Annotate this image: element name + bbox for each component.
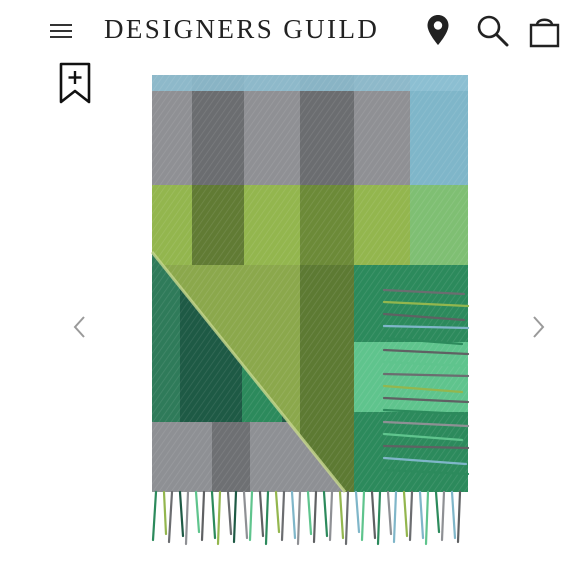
- brand-logo[interactable]: DESIGNERS GUILD: [104, 14, 379, 45]
- store-locator-button[interactable]: [426, 14, 450, 51]
- menu-icon-line: [50, 36, 72, 38]
- shopping-bag-icon: [529, 18, 560, 48]
- site-header: DESIGNERS GUILD: [0, 0, 580, 62]
- location-pin-icon: [427, 15, 449, 45]
- save-to-wishlist-button[interactable]: [59, 62, 91, 104]
- product-gallery: [32, 62, 548, 570]
- chevron-right-icon: [533, 316, 545, 338]
- menu-icon-line: [50, 30, 72, 32]
- previous-image-button[interactable]: [70, 312, 90, 342]
- bookmark-add-icon: [59, 62, 91, 104]
- menu-button[interactable]: [50, 20, 74, 42]
- next-image-button[interactable]: [528, 312, 548, 342]
- shopping-bag-button[interactable]: [528, 16, 580, 53]
- chevron-left-icon: [73, 316, 85, 338]
- search-icon: [477, 15, 509, 47]
- product-image: [150, 75, 470, 546]
- menu-icon: [50, 24, 72, 26]
- search-button[interactable]: [476, 14, 510, 53]
